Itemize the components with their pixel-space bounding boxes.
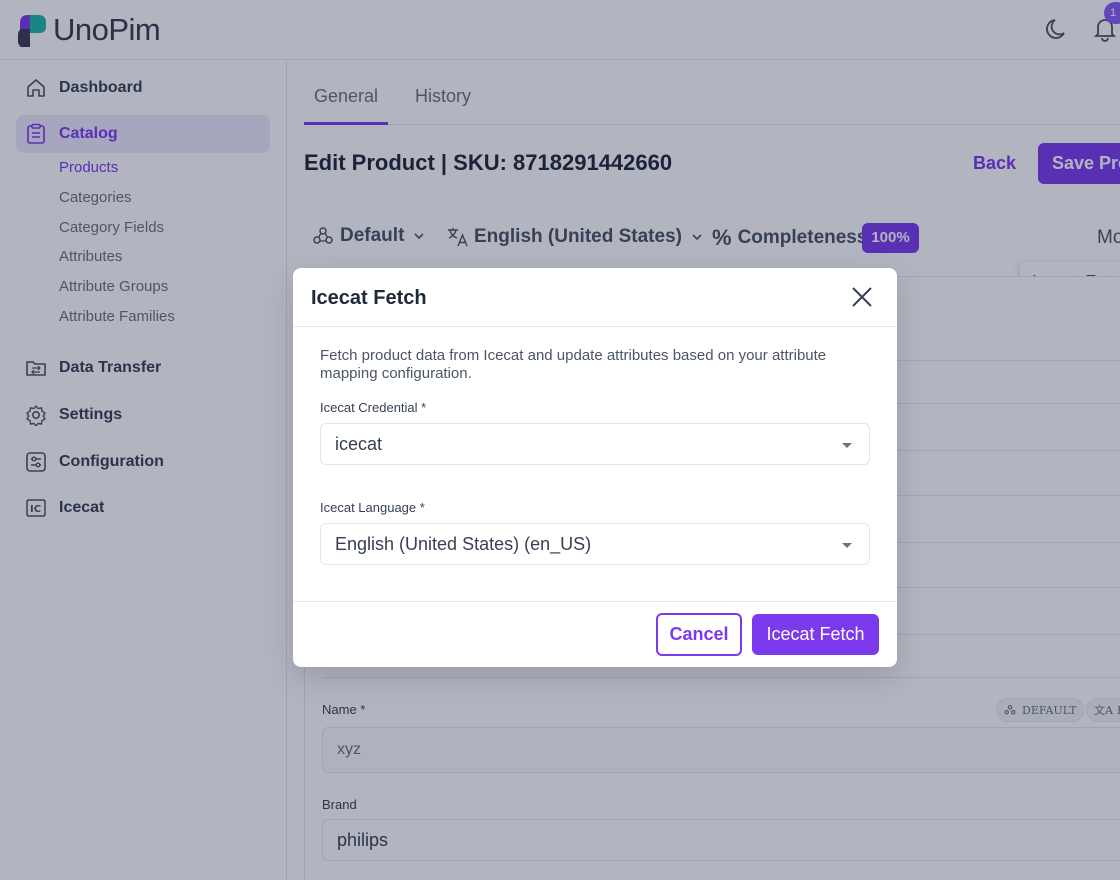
caret-down-icon — [842, 543, 852, 548]
cancel-button[interactable]: Cancel — [656, 613, 742, 656]
credential-select[interactable]: icecat — [320, 423, 870, 465]
language-select[interactable]: English (United States) (en_US) — [320, 523, 870, 565]
modal-title: Icecat Fetch — [311, 287, 427, 309]
language-label: Icecat Language * — [320, 500, 425, 515]
modal-header: Icecat Fetch — [293, 268, 897, 327]
credential-value: icecat — [335, 434, 383, 454]
icecat-fetch-modal: Icecat Fetch Fetch product data from Ice… — [293, 268, 897, 667]
credential-label: Icecat Credential * — [320, 400, 427, 415]
close-icon[interactable] — [849, 284, 875, 310]
language-value: English (United States) (en_US) — [335, 534, 592, 554]
modal-footer-divider — [293, 601, 897, 602]
modal-description: Fetch product data from Icecat and updat… — [320, 347, 827, 382]
caret-down-icon — [842, 443, 852, 448]
icecat-fetch-button[interactable]: Icecat Fetch — [752, 614, 879, 655]
